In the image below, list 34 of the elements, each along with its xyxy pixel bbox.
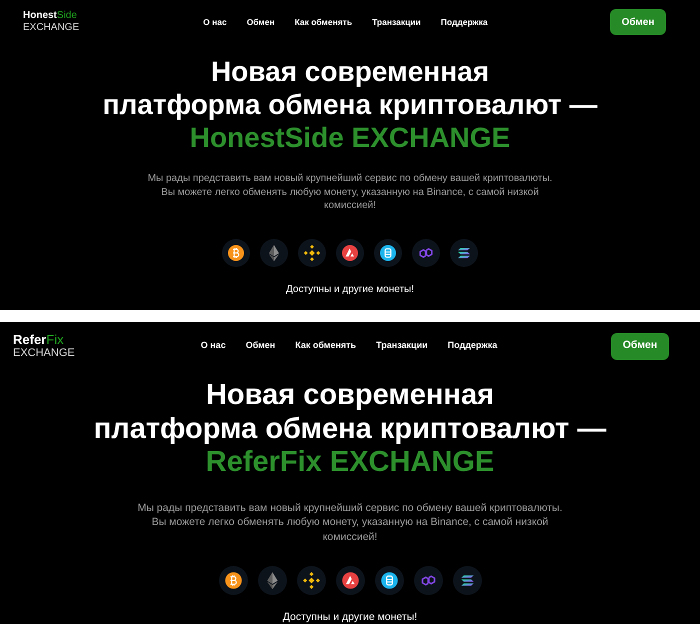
ethereum-icon [260,238,288,266]
more-coins-note: Доступны и другие монеты! [286,282,414,296]
nav-link[interactable]: О нас [203,16,227,28]
bitcoin-icon [222,238,250,266]
stripes-icon [452,566,482,595]
exchange-button[interactable]: Обмен [611,332,669,360]
nav-link[interactable]: Как обменять [295,339,356,353]
chain-link-icon [414,566,442,595]
triangle-coin-icon [336,238,364,266]
site-logo[interactable]: HonestSide EXCHANGE [23,10,80,34]
bitcoin-icon [218,566,248,595]
nav-link[interactable]: Обмен [246,16,275,28]
coin-icon [374,238,402,266]
intro-paragraph: Мы рады представить вам новый крупнейший сервис по обмену вашей криптовалюты. Вы можете легко обменять любую монету, указанную на Binance, с самой низкой комиссией! [136,500,564,544]
nav-link[interactable]: Как обменять [294,16,352,28]
nav-link[interactable]: Поддержка [448,339,498,353]
hero-heading: Новая современная платформа обмена криптовалют — HonestSide EXCHANGE [102,55,598,154]
nav-link[interactable]: Транзакции [376,339,428,353]
ethereum-icon [258,566,286,595]
intro-paragraph: Мы рады представить вам новый крупнейший сервис по обмену вашей криптовалюты. Вы можете легко обменять любую монету, указанную на Binance, с самой низкой комиссией! [146,172,554,212]
triangle-coin-icon [336,566,364,595]
nav-link[interactable]: Обмен [246,339,276,353]
nav-link[interactable]: Транзакции [372,16,421,28]
diamond-pattern-icon [296,566,326,595]
coin-icon [374,566,404,595]
stripes-icon [450,238,478,266]
more-coins-note: Доступны и другие монеты! [282,611,418,623]
diamond-pattern-icon [298,238,326,266]
chain-link-icon [412,238,440,266]
nav-link[interactable]: Поддержка [440,16,488,28]
hero-heading: Новая современная платформа обмена криптовалют — ReferFix EXCHANGE [94,379,606,480]
nav-link[interactable]: О нас [200,339,226,353]
site-logo[interactable]: ReferFix EXCHANGE [13,333,75,359]
exchange-button[interactable]: Обмен [610,9,666,35]
